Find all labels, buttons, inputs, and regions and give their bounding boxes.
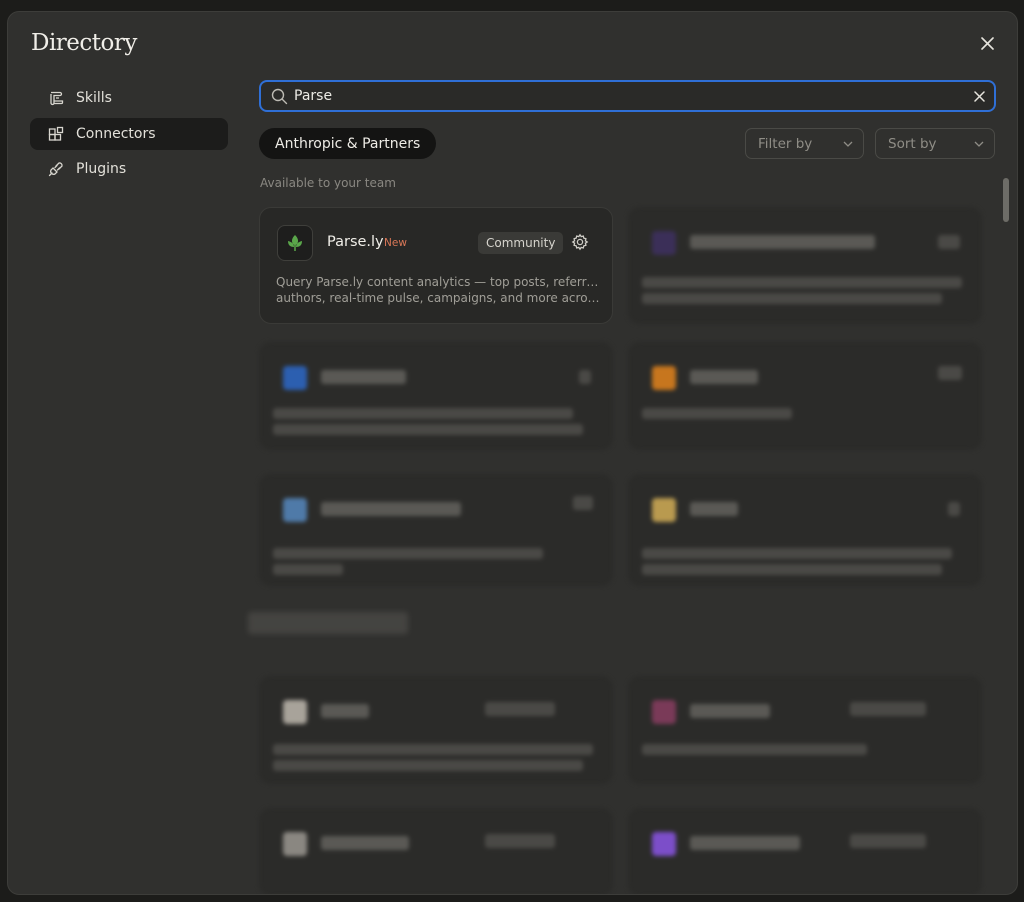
clear-search-button[interactable] bbox=[964, 82, 994, 110]
description-line: Query Parse.ly content analytics — top p… bbox=[276, 275, 602, 289]
blurred-card bbox=[259, 342, 613, 450]
community-badge: Community bbox=[478, 232, 564, 254]
sidebar-item-plugins[interactable]: Plugins bbox=[30, 153, 228, 185]
blurred-section-label bbox=[248, 612, 408, 634]
directory-modal: Directory Skills Connectors Plugins Pars… bbox=[7, 11, 1018, 895]
close-button[interactable] bbox=[976, 32, 998, 54]
plug-icon bbox=[48, 162, 63, 177]
sidebar-item-connectors[interactable]: Connectors bbox=[30, 118, 228, 150]
blocks-icon bbox=[48, 126, 64, 141]
section-label: Available to your team bbox=[260, 176, 396, 190]
scrollbar-thumb[interactable] bbox=[1003, 178, 1009, 222]
sort-by-dropdown[interactable]: Sort by bbox=[875, 128, 995, 159]
blurred-card bbox=[628, 676, 982, 784]
scroll-icon bbox=[50, 91, 64, 106]
chevron-down-icon bbox=[974, 141, 984, 147]
search-input[interactable] bbox=[294, 88, 964, 104]
search-icon bbox=[271, 88, 288, 104]
sort-by-label: Sort by bbox=[888, 135, 937, 152]
connector-name: Parse.ly bbox=[327, 234, 384, 250]
close-icon bbox=[980, 36, 994, 50]
sidebar-item-label: Plugins bbox=[76, 161, 127, 177]
blurred-card bbox=[628, 342, 982, 450]
modal-title: Directory bbox=[31, 30, 137, 56]
connector-card-parsely[interactable]: Parse.ly New Community Query Parse.ly co… bbox=[259, 207, 613, 324]
parsely-logo bbox=[277, 225, 313, 261]
blurred-card bbox=[628, 207, 982, 324]
filter-by-dropdown[interactable]: Filter by bbox=[745, 128, 864, 159]
description-line: authors, real-time pulse, campaigns, and… bbox=[276, 291, 602, 305]
search-box bbox=[259, 80, 996, 112]
gear-icon bbox=[571, 233, 589, 251]
blurred-card bbox=[628, 808, 982, 894]
filter-by-label: Filter by bbox=[758, 135, 813, 152]
blurred-card bbox=[259, 808, 613, 894]
connector-description: Query Parse.ly content analytics — top p… bbox=[276, 274, 602, 306]
filter-chip-anthropic-partners[interactable]: Anthropic & Partners bbox=[259, 128, 437, 159]
sidebar-item-label: Skills bbox=[76, 90, 112, 106]
leaf-icon bbox=[288, 235, 302, 251]
sidebar-item-skills[interactable]: Skills bbox=[30, 82, 228, 114]
blurred-card bbox=[259, 474, 613, 586]
settings-button[interactable] bbox=[571, 233, 589, 255]
blurred-card bbox=[628, 474, 982, 586]
blurred-card bbox=[259, 676, 613, 784]
chevron-down-icon bbox=[843, 141, 853, 147]
new-tag: New bbox=[384, 237, 407, 249]
close-icon bbox=[973, 90, 985, 102]
sidebar-item-label: Connectors bbox=[76, 126, 156, 142]
